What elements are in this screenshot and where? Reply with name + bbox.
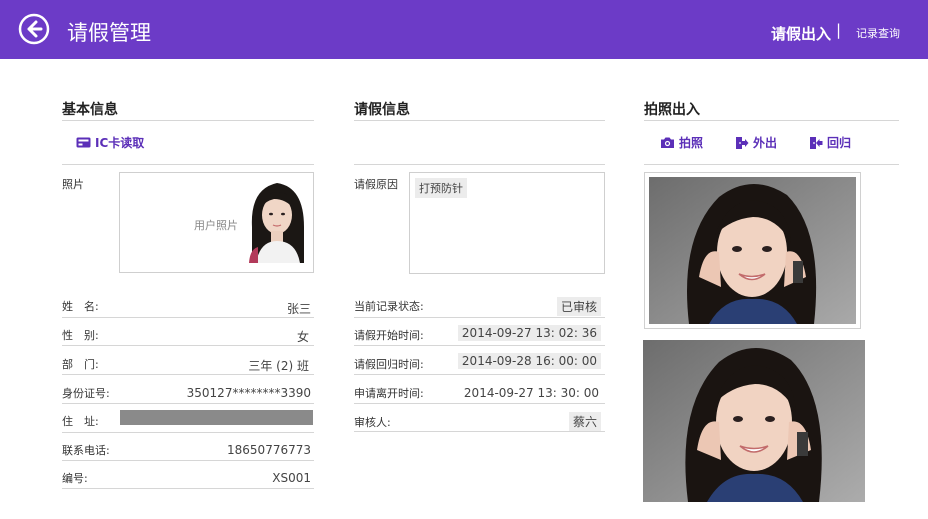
- user-photo-frame: 用户照片: [119, 172, 314, 273]
- divider: [644, 164, 899, 165]
- start-time-label: 请假开始时间:: [354, 329, 424, 342]
- return-label: 回归: [827, 136, 852, 150]
- name-label: 姓 名:: [62, 300, 99, 313]
- divider: [62, 403, 314, 404]
- take-photo-button[interactable]: 拍照: [660, 134, 703, 151]
- reason-value: 打预防针: [415, 178, 467, 198]
- status-value: 已审核: [556, 297, 601, 316]
- department-label: 部 门:: [62, 358, 99, 371]
- leave-time-label: 申请离开时间:: [354, 387, 424, 400]
- camera-icon: [661, 137, 674, 148]
- phone-value: 18650776773: [227, 443, 311, 457]
- captured-photo-return: [643, 340, 865, 502]
- divider: [62, 460, 314, 461]
- divider: [354, 345, 605, 346]
- return-time-label: 请假回归时间:: [354, 358, 424, 371]
- reason-textarea[interactable]: 打预防针: [409, 172, 605, 274]
- leave-time-value: 2014-09-27 13: 30: 00: [463, 386, 599, 400]
- divider: [62, 345, 314, 346]
- divider: [354, 374, 605, 375]
- address-redacted: [120, 410, 313, 425]
- name-value: 张三: [286, 302, 311, 316]
- page-title: 请假管理: [67, 21, 151, 45]
- back-arrow-icon[interactable]: [18, 13, 50, 45]
- leave-info-title: 请假信息: [354, 102, 410, 118]
- number-value: XS001: [272, 471, 311, 485]
- id-number-value: 350127********3390: [186, 386, 311, 400]
- reason-label: 请假原因: [354, 178, 398, 191]
- photo-inout-title: 拍照出入: [644, 102, 700, 118]
- go-out-label: 外出: [753, 136, 778, 150]
- divider: [644, 120, 899, 121]
- captured-photo-out-image: [649, 177, 856, 324]
- captured-photo-return-image: [643, 340, 865, 502]
- user-photo: [246, 177, 309, 263]
- status-label: 当前记录状态:: [354, 300, 424, 313]
- nav-record-query[interactable]: 记录查询: [856, 25, 900, 41]
- nav-separator: |: [836, 21, 842, 39]
- divider: [354, 403, 605, 404]
- top-bar: 请假管理 请假出入 | 记录查询: [0, 0, 928, 59]
- photo-placeholder-text: 用户照片: [194, 219, 238, 232]
- gender-value: 女: [296, 330, 309, 344]
- enter-door-icon: [810, 136, 823, 149]
- divider: [354, 164, 605, 165]
- take-photo-label: 拍照: [679, 136, 704, 150]
- divider: [354, 431, 605, 432]
- divider: [62, 120, 314, 121]
- start-time-value: 2014-09-27 13: 02: 36: [457, 325, 601, 341]
- ic-card-read-button[interactable]: IC卡读取: [76, 134, 144, 151]
- divider: [62, 488, 314, 489]
- divider: [62, 164, 314, 165]
- divider: [62, 374, 314, 375]
- return-button[interactable]: 回归: [809, 134, 851, 151]
- reviewer-value: 蔡六: [568, 412, 601, 431]
- exit-door-icon: [736, 136, 749, 149]
- reviewer-label: 审核人:: [354, 416, 391, 429]
- divider: [354, 120, 605, 121]
- captured-photo-out: [644, 172, 861, 329]
- photo-label: 照片: [62, 178, 84, 191]
- return-time-value: 2014-09-28 16: 00: 00: [457, 353, 601, 369]
- nav-leave-inout[interactable]: 请假出入: [771, 23, 831, 44]
- phone-label: 联系电话:: [62, 444, 110, 457]
- divider: [354, 317, 605, 318]
- card-reader-icon: [76, 137, 91, 148]
- address-label: 住 址:: [62, 415, 99, 428]
- number-label: 编号:: [62, 472, 88, 485]
- ic-card-read-label: IC卡读取: [95, 136, 145, 150]
- department-value: 三年 (2) 班: [248, 359, 309, 373]
- divider: [62, 432, 314, 433]
- go-out-button[interactable]: 外出: [735, 134, 777, 151]
- basic-info-title: 基本信息: [62, 102, 118, 118]
- id-number-label: 身份证号:: [62, 387, 110, 400]
- divider: [62, 317, 314, 318]
- gender-label: 性 别:: [62, 329, 99, 342]
